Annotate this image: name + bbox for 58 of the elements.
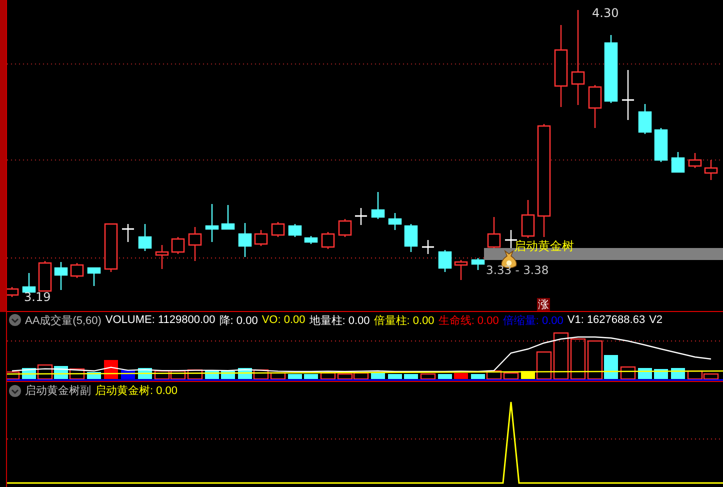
candlestick bbox=[171, 237, 185, 254]
candlestick bbox=[371, 192, 385, 219]
indicator-value: V1: 1627688.63 bbox=[567, 314, 646, 326]
candlestick bbox=[688, 153, 702, 168]
candlestick bbox=[471, 258, 485, 270]
candlestick bbox=[138, 224, 152, 251]
limit-up-badge: 涨 bbox=[537, 298, 550, 311]
candlestick bbox=[388, 213, 402, 230]
candlestick bbox=[454, 260, 468, 280]
candlestick bbox=[338, 219, 352, 237]
candlestick bbox=[22, 273, 36, 293]
collapse-icon[interactable] bbox=[9, 384, 21, 397]
candlestick bbox=[87, 267, 101, 286]
indicator-value: 降: 0.00 bbox=[219, 314, 258, 328]
collapse-icon[interactable] bbox=[9, 314, 21, 326]
candlestick bbox=[54, 262, 68, 290]
candlestick bbox=[70, 263, 84, 278]
candlestick bbox=[704, 160, 718, 180]
candlestick bbox=[654, 128, 668, 162]
low-price-label: 3.19 bbox=[24, 290, 51, 304]
indicator-value: VOLUME: 1129800.00 bbox=[105, 314, 216, 326]
candlestick bbox=[38, 261, 52, 292]
candlestick bbox=[638, 104, 652, 134]
candlestick bbox=[104, 223, 118, 272]
candlestick bbox=[487, 217, 501, 249]
candlestick bbox=[588, 85, 602, 128]
candlestick bbox=[355, 208, 367, 225]
candlestick bbox=[671, 152, 685, 173]
candlestick bbox=[254, 230, 268, 246]
indicator-value: VO: 0.00 bbox=[262, 314, 306, 326]
candlestick bbox=[422, 240, 434, 254]
candlestick bbox=[622, 70, 634, 120]
indicator-value: 启动黄金树: 0.00 bbox=[95, 384, 178, 398]
indicator-title: 启动黄金树副 bbox=[25, 384, 91, 398]
candlestick bbox=[321, 232, 335, 249]
indicator-value: 地量柱: 0.00 bbox=[309, 314, 370, 328]
indicator-value: 生命线: 0.00 bbox=[438, 314, 499, 328]
candlestick bbox=[205, 204, 219, 242]
candlestick bbox=[521, 200, 535, 238]
candlestick bbox=[188, 227, 202, 261]
candlestick bbox=[122, 224, 134, 242]
candlestick bbox=[404, 224, 418, 252]
indicator-value: 倍缩量: 0.00 bbox=[502, 314, 564, 328]
candlestick bbox=[7, 287, 19, 297]
candlestick bbox=[271, 222, 285, 237]
candlestick bbox=[155, 245, 169, 269]
signal-label: 启动黄金树 bbox=[514, 238, 574, 255]
indicator-value: 倍量柱: 0.00 bbox=[374, 314, 434, 328]
candlestick bbox=[238, 223, 252, 257]
candlestick bbox=[604, 35, 618, 103]
candlestick bbox=[304, 236, 318, 244]
high-price-label: 4.30 bbox=[592, 6, 619, 20]
candlestick bbox=[288, 224, 302, 237]
candlestick bbox=[438, 250, 452, 272]
indicator-title: AA成交量(5,60) bbox=[25, 314, 102, 328]
price-range-label: 3.33 - 3.38 bbox=[486, 263, 549, 277]
indicator-value: V2 bbox=[649, 314, 663, 326]
candlestick bbox=[221, 205, 235, 230]
